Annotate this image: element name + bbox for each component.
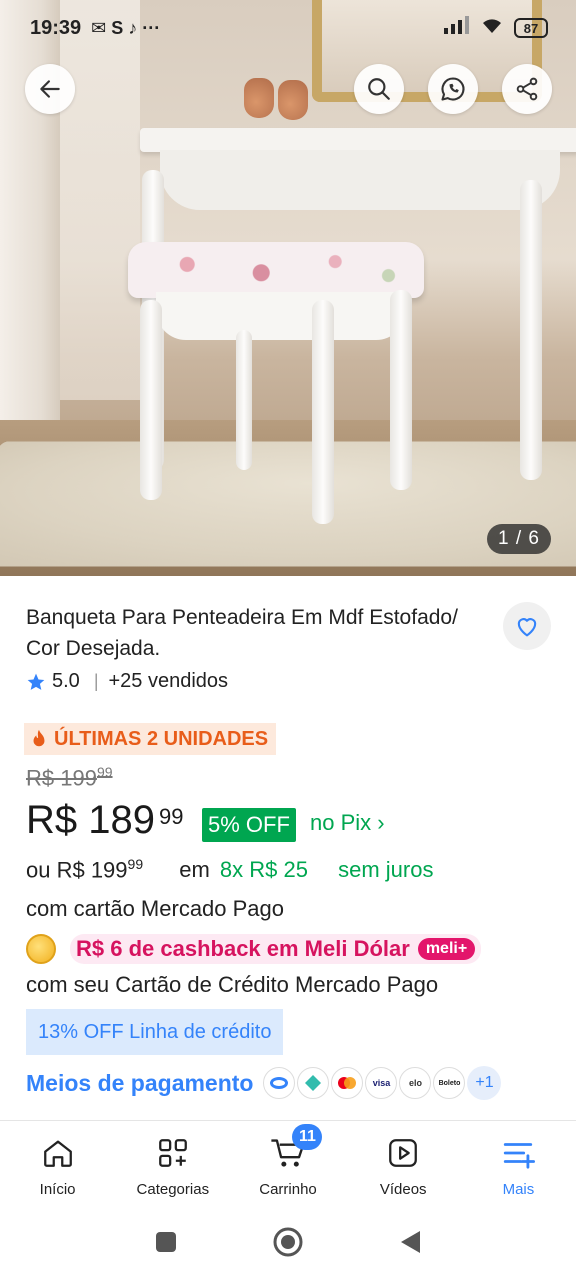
share-icon	[516, 77, 538, 101]
heart-icon	[517, 618, 537, 637]
wifi-icon	[480, 16, 504, 40]
more-payment-methods[interactable]: +1	[467, 1066, 502, 1100]
cashback-row[interactable]: R$ 6 de cashback em Meli Dólar meli+	[26, 934, 482, 964]
nav-label: Mais	[502, 1181, 535, 1198]
product-image-gallery[interactable]: 1 / 6	[0, 0, 576, 576]
original-price-int: R$ 199	[26, 765, 97, 791]
nav-label: Categorias	[136, 1181, 210, 1198]
nav-item-home[interactable]: Início	[0, 1121, 115, 1209]
stool-leg	[140, 300, 162, 500]
stool-leg	[236, 330, 252, 470]
nav-item-videos[interactable]: Vídeos	[346, 1121, 461, 1209]
original-price: R$ 19999	[26, 764, 113, 791]
back-button[interactable]	[25, 64, 75, 114]
installment-in: em	[179, 857, 210, 883]
payment-methods[interactable]: Meios de pagamento visa elo Boleto +1	[26, 1066, 502, 1100]
nav-item-more[interactable]: Mais	[461, 1121, 576, 1209]
nav-item-categories[interactable]: Categorias	[115, 1121, 230, 1209]
installment-cents: 99	[127, 856, 144, 872]
stock-badge: ÚLTIMAS 2 UNIDADES	[24, 723, 277, 755]
home-system-button[interactable]	[272, 1226, 304, 1263]
perfume-bottle	[278, 80, 308, 120]
recents-button[interactable]	[154, 1230, 178, 1259]
window-background	[60, 0, 140, 400]
pix-logo-icon	[297, 1067, 330, 1099]
stool-leg	[312, 300, 334, 524]
rating-value: 5.0	[52, 670, 80, 692]
star-icon	[27, 673, 45, 690]
installment-price: ou R$ 199	[26, 857, 128, 883]
card-line: com cartão Mercado Pago	[26, 896, 285, 921]
sold-count: +25 vendidos	[108, 670, 229, 692]
back-system-button[interactable]	[398, 1229, 422, 1260]
installment-count: 8x R$ 25	[219, 857, 308, 883]
mastercard-logo-icon	[331, 1067, 364, 1099]
bank-logo-icon	[263, 1067, 296, 1099]
stool-leg	[390, 290, 412, 490]
nav-label: Carrinho	[259, 1181, 317, 1198]
elo-logo-icon: elo	[399, 1067, 432, 1099]
signal-icon	[444, 16, 470, 40]
status-time: 19:39	[30, 16, 82, 39]
search-icon	[368, 78, 390, 100]
stool-apron	[156, 292, 406, 340]
menu-icon	[501, 1135, 536, 1171]
current-price-cents: 99	[158, 804, 184, 829]
pix-link[interactable]: no Pix ›	[310, 810, 385, 836]
status-bar: 19:39 ✉ S ♪ ··· 87	[0, 0, 576, 56]
nav-label: Vídeos	[379, 1181, 427, 1198]
battery-icon: 87	[514, 18, 548, 38]
system-nav-bar	[0, 1209, 576, 1280]
fire-icon	[33, 729, 45, 747]
cashback-text: R$ 6 de cashback em Meli Dólar	[76, 936, 410, 961]
stock-badge-text: ÚLTIMAS 2 UNIDADES	[54, 727, 269, 750]
cart-count-badge: 11	[292, 1124, 323, 1150]
arrow-left-icon	[40, 80, 60, 98]
visa-logo-icon: visa	[365, 1067, 398, 1099]
whatsapp-icon	[441, 77, 465, 101]
credit-line-banner[interactable]: 13% OFF Linha de crédito	[26, 1009, 284, 1055]
nav-item-cart[interactable]: 11 Carrinho	[230, 1121, 345, 1209]
cashback-subtext: com seu Cartão de Crédito Mercado Pago	[26, 972, 439, 997]
vanity-table-apron	[160, 150, 560, 210]
installment-interest: sem juros	[338, 857, 434, 883]
bottom-nav: Início Categorias 11 Carrinho Vídeos Mai…	[0, 1121, 576, 1209]
product-title: Banqueta Para Penteadeira Em Mdf Estofad…	[26, 606, 458, 660]
vanity-table-top	[140, 128, 576, 152]
whatsapp-share-button[interactable]	[428, 64, 478, 114]
cashback-pill: R$ 6 de cashback em Meli Dólar meli+	[70, 934, 482, 964]
categories-icon	[156, 1135, 190, 1171]
share-button[interactable]	[502, 64, 552, 114]
installments: ou R$ 19999 em 8x R$ 25 sem juros	[26, 856, 556, 883]
original-price-cents: 99	[96, 764, 113, 780]
favorite-button[interactable]	[503, 602, 551, 650]
separator: |	[93, 671, 99, 691]
payment-methods-label[interactable]: Meios de pagamento	[26, 1070, 253, 1097]
search-button[interactable]	[354, 64, 404, 114]
current-price-int: R$ 189	[26, 798, 155, 842]
boleto-logo-icon: Boleto	[433, 1067, 466, 1099]
home-icon	[41, 1135, 75, 1171]
table-leg	[520, 180, 542, 480]
perfume-bottle	[244, 78, 274, 118]
nav-label: Início	[39, 1181, 76, 1198]
coin-icon	[26, 934, 56, 964]
video-icon	[386, 1135, 420, 1171]
meli-plus-badge: meli+	[417, 938, 476, 960]
rating-row[interactable]: 5.0 | +25 vendidos	[26, 670, 228, 693]
stool-seat	[128, 242, 424, 298]
current-price: R$ 189 99	[26, 798, 183, 843]
notification-icons: ✉ S ♪ ···	[91, 17, 161, 38]
image-counter: 1 / 6	[487, 524, 551, 554]
discount-badge: 5% OFF	[202, 808, 296, 842]
